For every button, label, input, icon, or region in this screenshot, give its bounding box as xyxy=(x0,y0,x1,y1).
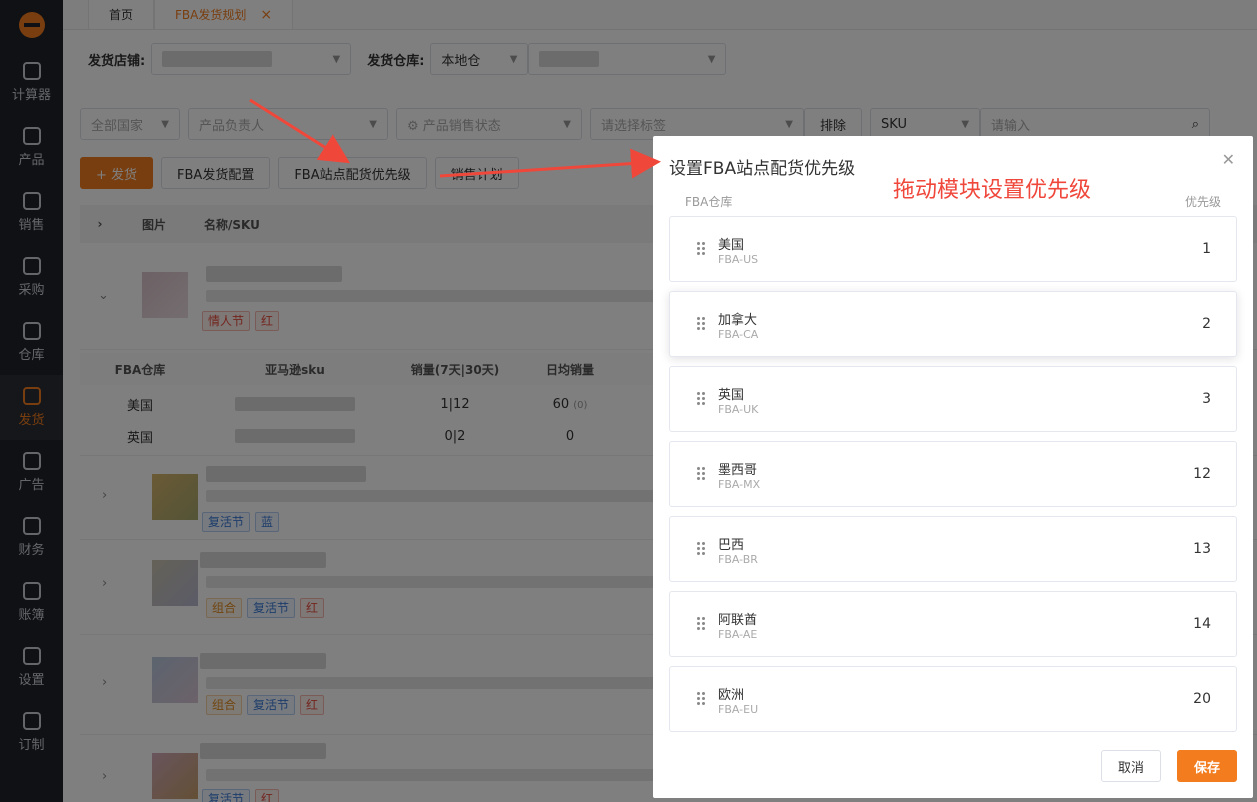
warehouse-code: FBA-AE xyxy=(718,628,758,641)
cancel-button[interactable]: 取消 xyxy=(1101,750,1161,782)
dialog-title: 设置FBA站点配货优先级 xyxy=(669,159,856,179)
warehouse-name: 阿联酋 xyxy=(718,613,758,628)
priority-value: 1 xyxy=(1202,241,1211,257)
drag-handle-icon[interactable] xyxy=(697,242,707,256)
drag-handle-icon[interactable] xyxy=(697,542,707,556)
priority-value: 3 xyxy=(1202,391,1211,407)
drag-handle-icon[interactable] xyxy=(697,317,707,331)
priority-value: 14 xyxy=(1193,616,1211,632)
warehouse-code: FBA-UK xyxy=(718,403,759,416)
warehouse-name: 欧洲 xyxy=(718,688,745,703)
save-button[interactable]: 保存 xyxy=(1177,750,1237,782)
close-icon[interactable]: ✕ xyxy=(1222,150,1235,169)
priority-item[interactable]: 加拿大 FBA-CA 2 xyxy=(669,291,1237,357)
warehouse-name: 美国 xyxy=(718,238,745,253)
priority-item[interactable]: 欧洲 FBA-EU 20 xyxy=(669,666,1237,732)
priority-item[interactable]: 美国 FBA-US 1 xyxy=(669,216,1237,282)
drag-handle-icon[interactable] xyxy=(697,392,707,406)
priority-value: 2 xyxy=(1202,316,1211,332)
warehouse-name: 英国 xyxy=(718,388,745,403)
warehouse-code: FBA-US xyxy=(718,253,759,266)
priority-value: 20 xyxy=(1193,691,1211,707)
priority-item[interactable]: 墨西哥 FBA-MX 12 xyxy=(669,441,1237,507)
drag-handle-icon[interactable] xyxy=(697,467,707,481)
warehouse-name: 巴西 xyxy=(718,538,745,553)
drag-handle-icon[interactable] xyxy=(697,617,707,631)
priority-value: 13 xyxy=(1193,541,1211,557)
drag-handle-icon[interactable] xyxy=(697,692,707,706)
fba-priority-dialog: 设置FBA站点配货优先级 ✕ 拖动模块设置优先级 FBA仓库 优先级 美国 FBA… xyxy=(653,136,1253,798)
warehouse-name: 加拿大 xyxy=(718,313,758,328)
priority-item[interactable]: 巴西 FBA-BR 13 xyxy=(669,516,1237,582)
priority-value: 12 xyxy=(1193,466,1211,482)
warehouse-code: FBA-EU xyxy=(718,703,759,716)
warehouse-code: FBA-BR xyxy=(718,553,758,566)
column-header-warehouse: FBA仓库 xyxy=(685,195,733,209)
warehouse-code: FBA-MX xyxy=(718,478,761,491)
priority-item[interactable]: 英国 FBA-UK 3 xyxy=(669,366,1237,432)
priority-item[interactable]: 阿联酋 FBA-AE 14 xyxy=(669,591,1237,657)
column-header-priority: 优先级 xyxy=(1184,195,1221,209)
warehouse-name: 墨西哥 xyxy=(718,463,758,478)
warehouse-code: FBA-CA xyxy=(718,328,759,341)
